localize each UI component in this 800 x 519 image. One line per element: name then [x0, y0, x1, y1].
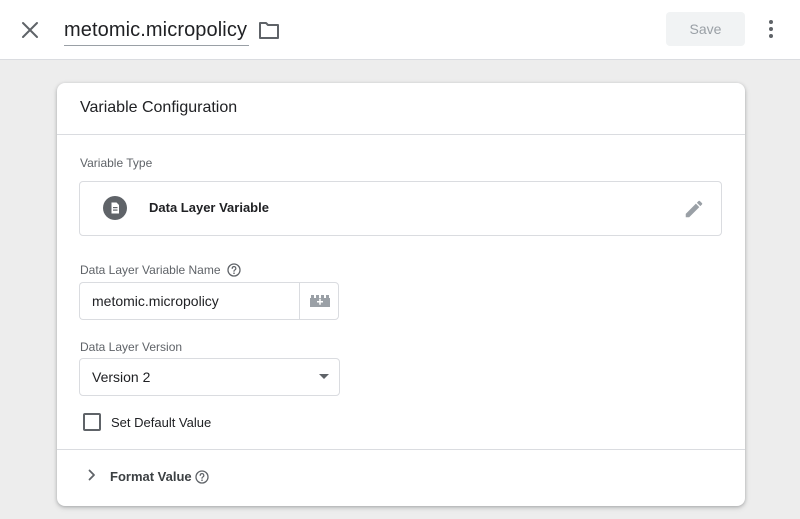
dl-version-label: Data Layer Version [80, 340, 183, 354]
folder-icon[interactable] [257, 19, 281, 41]
chevron-right-icon [85, 467, 99, 483]
dropdown-arrow-icon [319, 374, 329, 379]
pencil-icon[interactable] [683, 198, 705, 220]
variable-brick-icon [310, 295, 330, 307]
dl-variable-name-input[interactable]: metomic.micropolicy [79, 282, 299, 320]
dl-version-select[interactable]: Version 2 [79, 358, 340, 396]
section-divider [57, 449, 745, 450]
more-vert-icon[interactable] [759, 17, 783, 41]
document-icon [103, 196, 127, 220]
container-name-field[interactable]: metomic.micropolicy [64, 16, 250, 46]
top-bar: metomic.micropolicy Save [0, 0, 800, 60]
save-button[interactable]: Save [666, 12, 745, 46]
variable-type-name: Data Layer Variable [149, 200, 269, 215]
dl-variable-name-label: Data Layer Variable Name [80, 263, 221, 277]
card-header: Variable Configuration [57, 83, 745, 135]
variable-picker-button[interactable] [299, 282, 339, 320]
dl-version-value: Version 2 [92, 369, 151, 385]
variable-type-label: Variable Type [80, 156, 153, 170]
variable-type-selector[interactable]: Data Layer Variable [79, 181, 722, 236]
variable-configuration-card: Variable Configuration Variable Type Dat… [57, 83, 745, 506]
help-icon[interactable] [227, 263, 241, 277]
default-value-checkbox[interactable] [83, 413, 101, 431]
card-title: Variable Configuration [80, 99, 238, 116]
default-value-label: Set Default Value [111, 415, 212, 430]
close-icon[interactable] [18, 18, 42, 42]
format-value-label: Format Value [110, 469, 192, 484]
dl-variable-name-value: metomic.micropolicy [92, 293, 219, 309]
format-value-toggle[interactable]: Format Value [79, 463, 279, 489]
help-icon[interactable] [195, 470, 209, 484]
container-name: metomic.micropolicy [64, 19, 248, 41]
